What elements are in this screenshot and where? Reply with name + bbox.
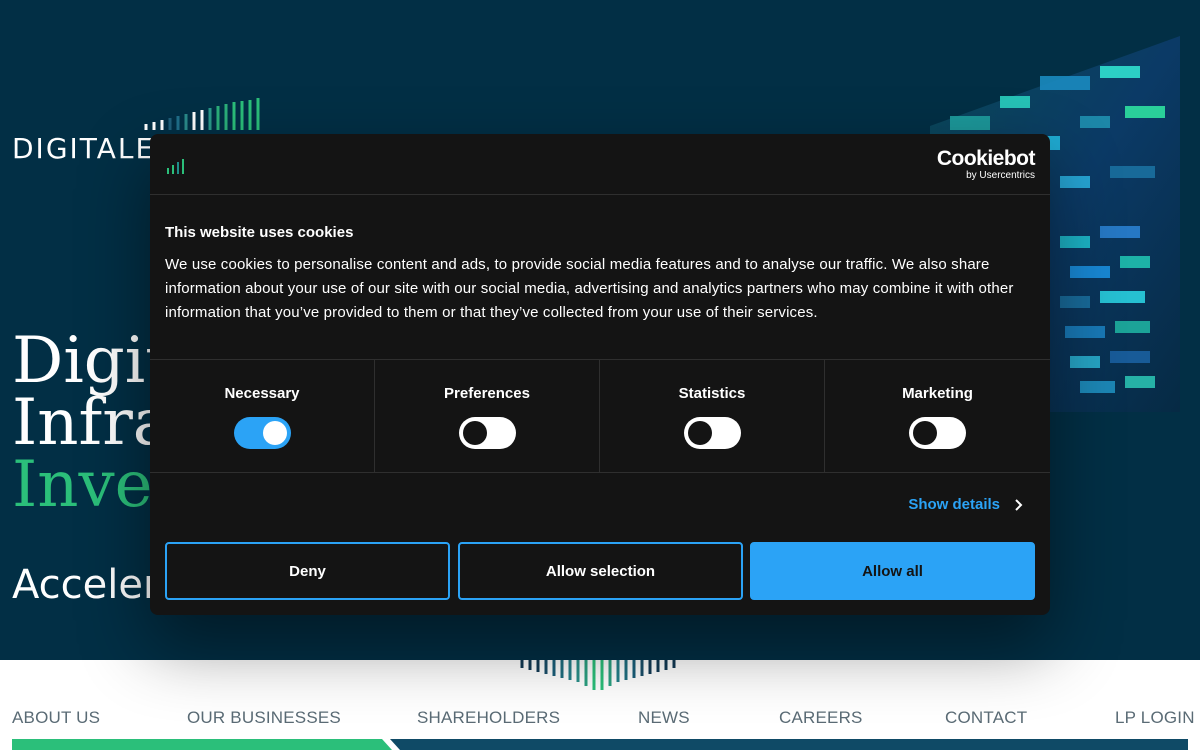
toggle-knob (913, 421, 937, 445)
dialog-body: This website uses cookies We use cookies… (165, 224, 1035, 325)
category-preferences: Preferences (375, 360, 600, 472)
cookiebot-logo[interactable]: Cookiebot by Usercentrics (936, 147, 1036, 182)
chevron-right-icon (1015, 498, 1023, 511)
marketing-toggle[interactable] (909, 417, 966, 449)
allow-selection-button[interactable]: Allow selection (458, 542, 743, 600)
category-label: Necessary (224, 385, 300, 402)
category-marketing: Marketing (825, 360, 1050, 472)
cookiebot-by: by Usercentrics (966, 170, 1035, 181)
preferences-toggle[interactable] (459, 417, 516, 449)
site-mini-logo-icon (167, 159, 184, 174)
consent-categories: Necessary Preferences Statistics Marketi… (150, 359, 1050, 473)
cookiebot-name: Cookiebot (936, 147, 1036, 170)
show-details-link[interactable]: Show details (908, 496, 1024, 513)
statistics-toggle[interactable] (684, 417, 741, 449)
category-label: Marketing (902, 385, 973, 402)
necessary-toggle[interactable] (234, 417, 291, 449)
category-necessary: Necessary (150, 360, 375, 472)
toggle-knob (463, 421, 487, 445)
dialog-header: Cookiebot by Usercentrics (150, 134, 1050, 195)
dialog-description: We use cookies to personalise content an… (165, 256, 1014, 321)
dialog-title: This website uses cookies (165, 224, 354, 241)
deny-button[interactable]: Deny (165, 542, 450, 600)
toggle-knob (263, 421, 287, 445)
category-statistics: Statistics (600, 360, 825, 472)
cookie-consent-dialog: Cookiebot by Usercentrics This website u… (150, 134, 1050, 615)
category-label: Statistics (678, 385, 746, 402)
show-details-label: Show details (908, 496, 1000, 513)
toggle-knob (688, 421, 712, 445)
allow-all-button[interactable]: Allow all (750, 542, 1035, 600)
category-label: Preferences (444, 385, 530, 402)
